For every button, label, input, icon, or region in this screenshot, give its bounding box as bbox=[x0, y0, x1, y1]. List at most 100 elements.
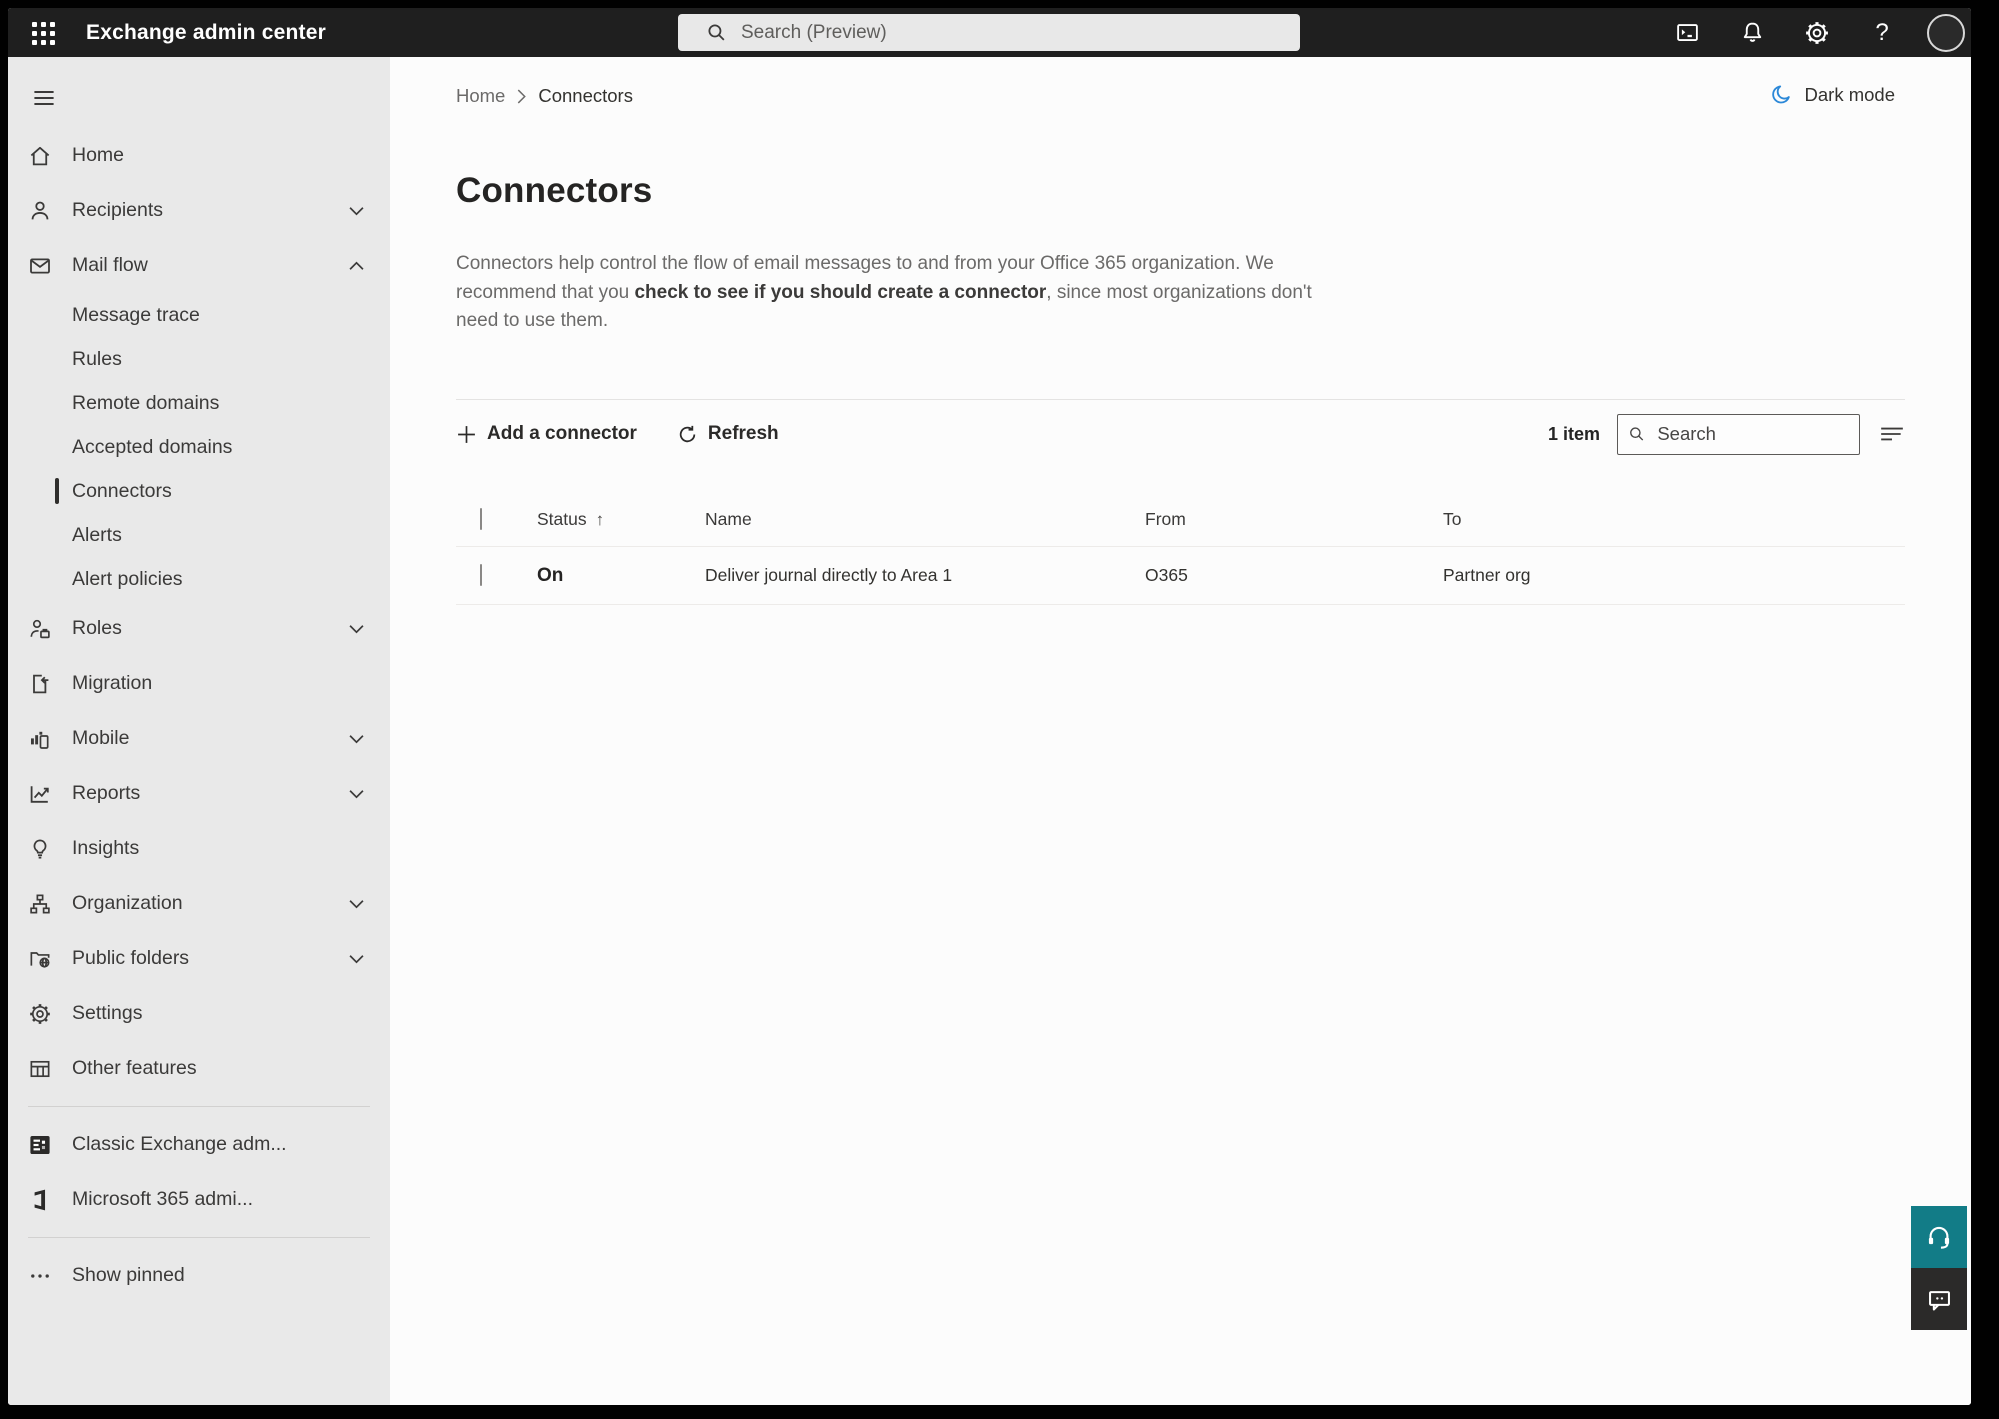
sidebar-divider bbox=[28, 1106, 370, 1107]
main-content: Home Connectors Dark mode Connectors Con… bbox=[390, 57, 1971, 1405]
chevron-down-icon bbox=[349, 624, 364, 634]
sidebar-item-classic-exchange-admin[interactable]: Classic Exchange adm... bbox=[8, 1117, 390, 1172]
public-folders-icon bbox=[28, 947, 52, 971]
global-search-input[interactable] bbox=[741, 21, 1288, 44]
sidebar-item-roles[interactable]: Roles bbox=[8, 601, 390, 656]
refresh-icon bbox=[679, 425, 696, 442]
sidebar-item-mobile[interactable]: Mobile bbox=[8, 711, 390, 766]
microsoft-365-icon bbox=[28, 1188, 52, 1212]
sidebar-item-insights[interactable]: Insights bbox=[8, 821, 390, 876]
sidebar-item-other-features[interactable]: Other features bbox=[8, 1041, 390, 1096]
roles-icon bbox=[28, 617, 52, 641]
chevron-down-icon bbox=[349, 789, 364, 799]
ellipsis-icon bbox=[28, 1264, 52, 1288]
column-header-status[interactable]: Status bbox=[537, 509, 587, 530]
sidebar-item-organization[interactable]: Organization bbox=[8, 876, 390, 931]
feedback-button[interactable] bbox=[1911, 1268, 1967, 1330]
nav-collapse-icon[interactable] bbox=[28, 82, 60, 114]
help-icon[interactable]: ? bbox=[1862, 13, 1902, 53]
chevron-down-icon bbox=[349, 206, 364, 216]
page-description: Connectors help control the flow of emai… bbox=[456, 250, 1336, 336]
command-bar: Add a connector Refresh 1 item bbox=[456, 413, 1905, 455]
reports-icon bbox=[28, 782, 52, 806]
description-link-text[interactable]: check to see if you should create a conn… bbox=[634, 282, 1046, 303]
breadcrumb: Home Connectors bbox=[456, 85, 633, 107]
sidebar-item-mail-flow[interactable]: Mail flow bbox=[8, 238, 390, 293]
insights-icon bbox=[28, 837, 52, 861]
sidebar-item-alert-policies[interactable]: Alert policies bbox=[8, 557, 390, 601]
table-row[interactable]: On Deliver journal directly to Area 1 O3… bbox=[456, 547, 1905, 605]
notifications-icon[interactable] bbox=[1732, 13, 1772, 53]
sidebar-item-migration[interactable]: Migration bbox=[8, 656, 390, 711]
toolbar-right-group: 1 item bbox=[1547, 413, 1905, 455]
sidebar-item-microsoft-365-admin[interactable]: Microsoft 365 admi... bbox=[8, 1172, 390, 1227]
chevron-right-icon bbox=[518, 89, 527, 103]
help-support-button[interactable] bbox=[1911, 1206, 1967, 1268]
refresh-button[interactable]: Refresh bbox=[677, 423, 779, 445]
table-header-row: Status ↑ Name From To bbox=[456, 493, 1905, 547]
select-all-checkbox[interactable] bbox=[480, 508, 482, 530]
connector-to: Partner org bbox=[1443, 565, 1531, 585]
item-count: 1 item bbox=[1547, 423, 1600, 444]
add-connector-button[interactable]: Add a connector bbox=[456, 423, 637, 445]
sidebar-item-rules[interactable]: Rules bbox=[8, 337, 390, 381]
sidebar-item-connectors[interactable]: Connectors bbox=[8, 469, 390, 513]
add-connector-label: Add a connector bbox=[487, 423, 637, 444]
floating-buttons bbox=[1911, 1206, 1967, 1330]
chevron-down-icon bbox=[349, 899, 364, 909]
headset-icon bbox=[1928, 1226, 1950, 1249]
search-icon bbox=[708, 24, 725, 41]
list-search-box[interactable] bbox=[1617, 413, 1860, 455]
sidebar-item-message-trace[interactable]: Message trace bbox=[8, 293, 390, 337]
refresh-label: Refresh bbox=[707, 423, 779, 444]
other-features-icon bbox=[28, 1057, 52, 1081]
search-icon bbox=[1630, 427, 1644, 441]
chevron-down-icon bbox=[349, 734, 364, 744]
row-checkbox[interactable] bbox=[480, 564, 482, 586]
connector-name[interactable]: Deliver journal directly to Area 1 bbox=[705, 565, 952, 585]
breadcrumb-home-link[interactable]: Home bbox=[456, 85, 505, 107]
mail-icon bbox=[28, 254, 52, 278]
toolbar-divider bbox=[456, 399, 1905, 400]
topbar-icon-group: ? bbox=[1667, 8, 1965, 57]
sidebar-item-reports[interactable]: Reports bbox=[8, 766, 390, 821]
list-search-input[interactable] bbox=[1657, 423, 1849, 445]
settings-icon bbox=[28, 1002, 52, 1026]
settings-gear-icon[interactable] bbox=[1797, 13, 1837, 53]
sidebar-item-alerts[interactable]: Alerts bbox=[8, 513, 390, 557]
selected-item-marker bbox=[55, 478, 59, 504]
global-search-box[interactable] bbox=[678, 14, 1300, 51]
connector-status: On bbox=[537, 564, 564, 586]
sidebar-nav: Home Recipients Mail flow Message trace … bbox=[8, 57, 390, 1405]
moon-icon bbox=[1771, 85, 1790, 104]
sidebar-item-accepted-domains[interactable]: Accepted domains bbox=[8, 425, 390, 469]
column-header-to[interactable]: To bbox=[1443, 509, 1461, 529]
breadcrumb-current: Connectors bbox=[538, 85, 633, 106]
sidebar-item-recipients[interactable]: Recipients bbox=[8, 183, 390, 238]
app-launcher-icon[interactable] bbox=[26, 16, 60, 50]
page-title: Connectors bbox=[456, 171, 653, 210]
sidebar-item-show-pinned[interactable]: Show pinned bbox=[8, 1248, 390, 1303]
sidebar-divider bbox=[28, 1237, 370, 1238]
chevron-up-icon bbox=[349, 261, 364, 271]
classic-exchange-icon bbox=[28, 1133, 52, 1157]
sidebar-item-home[interactable]: Home bbox=[8, 128, 390, 183]
app-window: Exchange admin center ? Home bbox=[8, 8, 1971, 1405]
account-avatar[interactable] bbox=[1927, 13, 1965, 52]
dark-mode-label: Dark mode bbox=[1804, 83, 1895, 105]
waffle-dots bbox=[31, 21, 55, 45]
sidebar-item-public-folders[interactable]: Public folders bbox=[8, 931, 390, 986]
plus-icon bbox=[458, 425, 475, 443]
filter-icon[interactable] bbox=[1879, 423, 1905, 445]
mobile-icon bbox=[28, 727, 52, 751]
sidebar-item-settings[interactable]: Settings bbox=[8, 986, 390, 1041]
column-header-from[interactable]: From bbox=[1145, 509, 1186, 529]
people-icon bbox=[28, 199, 52, 223]
migration-icon bbox=[28, 672, 52, 696]
sidebar-item-remote-domains[interactable]: Remote domains bbox=[8, 381, 390, 425]
home-icon bbox=[28, 144, 52, 168]
column-header-name[interactable]: Name bbox=[705, 509, 752, 529]
powershell-icon[interactable] bbox=[1667, 13, 1707, 53]
sort-ascending-icon: ↑ bbox=[595, 509, 605, 529]
dark-mode-toggle[interactable]: Dark mode bbox=[1771, 83, 1895, 106]
